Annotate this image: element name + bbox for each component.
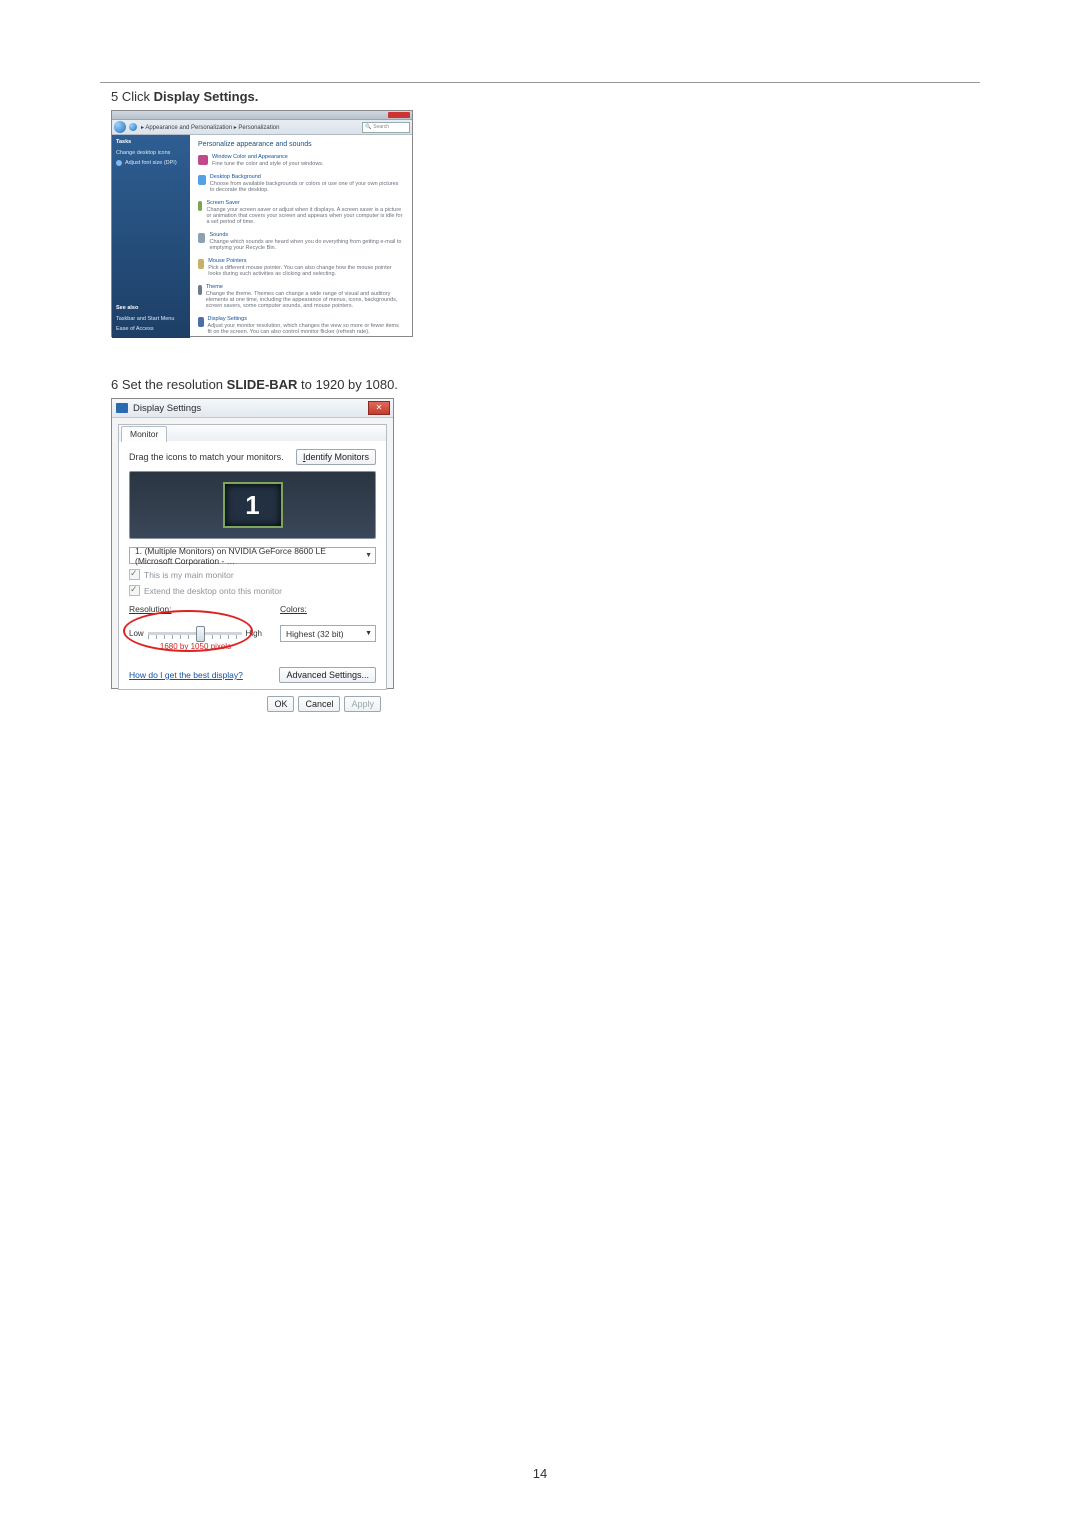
search-icon: 🔍	[365, 124, 371, 130]
display-settings-dialog: Display Settings ✕ Monitor Drag the icon…	[111, 398, 394, 689]
page-number: 14	[0, 1466, 1080, 1481]
close-icon[interactable]	[388, 112, 410, 118]
screensaver-icon	[198, 201, 202, 211]
apply-button: Apply	[344, 696, 381, 712]
bullet-icon	[116, 160, 122, 166]
colors-label: Colors:	[280, 604, 307, 614]
advanced-settings-button[interactable]: Advanced Settings...	[279, 667, 376, 683]
back-icon[interactable]	[114, 121, 126, 133]
resolution-label: Resolution:	[129, 604, 172, 614]
monitor-1[interactable]: 1	[223, 482, 283, 528]
resolution-slider[interactable]: Low High	[129, 626, 262, 640]
checkbox-icon	[129, 569, 140, 580]
panel-heading: Personalize appearance and sounds	[198, 141, 404, 148]
sidebar-header: Tasks	[116, 139, 186, 145]
checkbox-main-monitor: This is my main monitor	[129, 569, 376, 580]
monitor-layout-area[interactable]: 1	[129, 471, 376, 539]
cancel-button[interactable]: Cancel	[298, 696, 340, 712]
link-theme[interactable]: ThemeChange the theme. Themes can change…	[198, 284, 404, 309]
close-icon[interactable]: ✕	[368, 401, 390, 415]
chevron-down-icon: ▼	[365, 630, 372, 637]
speaker-icon	[198, 233, 205, 243]
drag-hint: Drag the icons to match your monitors.	[129, 452, 284, 462]
link-window-color[interactable]: Window Color and AppearanceFine tune the…	[198, 154, 404, 167]
window-titlebar	[112, 111, 412, 120]
address-bar: ▸ Appearance and Personalization ▸ Perso…	[112, 120, 412, 135]
resolution-value: 1680 by 1050 pixels	[129, 642, 262, 651]
monitor-select[interactable]: 1. (Multiple Monitors) on NVIDIA GeForce…	[129, 547, 376, 564]
link-sounds[interactable]: SoundsChange which sounds are heard when…	[198, 232, 404, 251]
theme-icon	[198, 285, 202, 295]
search-input[interactable]: 🔍 Search	[362, 122, 410, 133]
checkbox-icon	[129, 585, 140, 596]
checkbox-extend-desktop: Extend the desktop onto this monitor	[129, 585, 376, 596]
link-screen-saver[interactable]: Screen SaverChange your screen saver or …	[198, 200, 404, 225]
sidebar-item[interactable]: Adjust font size (DPI)	[116, 160, 186, 166]
monitor-icon	[116, 403, 128, 413]
sidebar-item[interactable]: Ease of Access	[116, 326, 186, 332]
dialog-title: Display Settings	[133, 403, 201, 414]
breadcrumb[interactable]: ▸ Appearance and Personalization ▸ Perso…	[141, 124, 279, 131]
sidebar-item[interactable]: Taskbar and Start Menu	[116, 316, 186, 322]
identify-monitors-button[interactable]: Identify Monitors	[296, 449, 376, 465]
ok-button[interactable]: OK	[267, 696, 294, 712]
tab-monitor[interactable]: Monitor	[121, 426, 167, 442]
step-6: 6 Set the resolution SLIDE-BAR to 1920 b…	[111, 377, 980, 392]
chevron-down-icon: ▼	[365, 552, 372, 559]
personalization-window: ▸ Appearance and Personalization ▸ Perso…	[111, 110, 413, 337]
colors-select[interactable]: Highest (32 bit)▼	[280, 625, 376, 642]
step-5: 5 Click Display Settings.	[111, 89, 980, 104]
paint-icon	[198, 155, 208, 165]
sidebar-item[interactable]: Change desktop icons	[116, 150, 186, 156]
monitor-icon	[198, 317, 204, 327]
link-display-settings[interactable]: Display SettingsAdjust your monitor reso…	[198, 316, 404, 335]
sidebar-bottom-header: See also	[116, 305, 186, 311]
main-panel: Personalize appearance and sounds Window…	[190, 135, 412, 338]
help-link[interactable]: How do I get the best display?	[129, 670, 243, 680]
picture-icon	[198, 175, 206, 185]
link-desktop-background[interactable]: Desktop BackgroundChoose from available …	[198, 174, 404, 193]
link-mouse-pointers[interactable]: Mouse PointersPick a different mouse poi…	[198, 258, 404, 277]
forward-icon[interactable]	[129, 123, 137, 131]
dialog-titlebar: Display Settings ✕	[112, 399, 393, 418]
mouse-icon	[198, 259, 204, 269]
sidebar: Tasks Change desktop icons Adjust font s…	[112, 135, 190, 338]
